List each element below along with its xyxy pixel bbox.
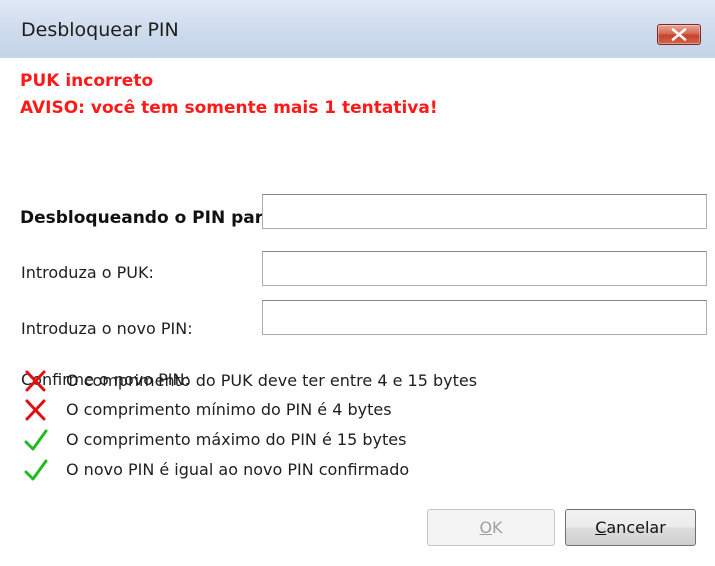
puk-label: Introduza o PUK: bbox=[21, 263, 154, 282]
new-pin-label: Introduza o novo PIN: bbox=[21, 319, 193, 338]
red-x-icon bbox=[25, 370, 46, 392]
ok-mnemonic: O bbox=[479, 518, 493, 537]
window-title: Desbloquear PIN bbox=[21, 19, 179, 41]
error-message: PUK incorreto bbox=[20, 71, 154, 91]
validation-text: O novo PIN é igual ao novo PIN confirmad… bbox=[66, 460, 410, 479]
cancel-button[interactable]: Cancelar bbox=[565, 509, 696, 546]
close-icon bbox=[671, 28, 687, 41]
cancel-label-rest: ancelar bbox=[606, 518, 666, 537]
confirm-pin-input[interactable] bbox=[262, 300, 707, 335]
puk-input[interactable] bbox=[262, 194, 707, 229]
close-button[interactable] bbox=[657, 24, 701, 45]
ok-label-rest: K bbox=[492, 518, 503, 537]
unblock-pin-dialog: Desbloquear PIN PUK incorreto AVISO: voc… bbox=[0, 0, 715, 566]
red-x-icon bbox=[25, 399, 46, 421]
validation-text: O comprimento do PUK deve ter entre 4 e … bbox=[66, 371, 478, 390]
title-bar[interactable]: Desbloquear PIN bbox=[0, 0, 715, 59]
green-check-icon bbox=[24, 429, 48, 451]
green-check-icon bbox=[24, 459, 48, 481]
cancel-mnemonic: C bbox=[595, 518, 607, 537]
ok-button[interactable]: OK bbox=[427, 509, 555, 546]
dialog-content: PUK incorreto AVISO: você tem somente ma… bbox=[0, 58, 715, 566]
new-pin-input[interactable] bbox=[262, 251, 707, 286]
attempts-warning: AVISO: você tem somente mais 1 tentativa… bbox=[20, 98, 438, 118]
validation-text: O comprimento máximo do PIN é 15 bytes bbox=[66, 430, 407, 449]
validation-text: O comprimento mínimo do PIN é 4 bytes bbox=[66, 400, 392, 419]
